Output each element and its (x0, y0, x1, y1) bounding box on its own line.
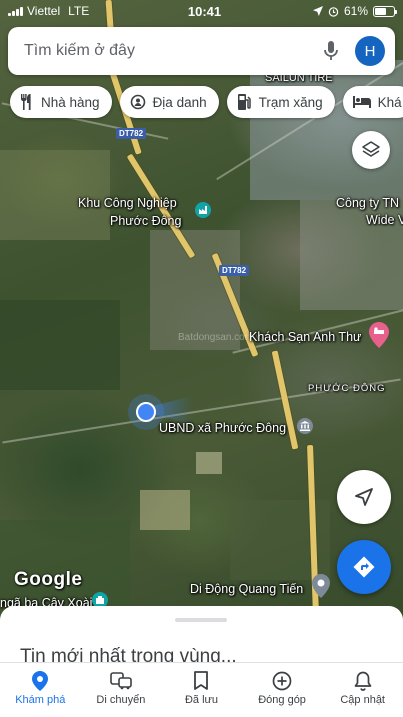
bottom-navigation: Khám phá Di chuyển Đã lưu Đóng góp Cập n… (0, 662, 403, 717)
hotel-pin-icon[interactable] (369, 322, 389, 348)
label-khu-cong-nghiep-line1[interactable]: Khu Công Nghiệp (78, 196, 177, 210)
search-bar[interactable]: Tìm kiếm ở đây H (8, 27, 395, 75)
nav-saved[interactable]: Đã lưu (161, 663, 242, 717)
google-logo: Google (14, 569, 83, 590)
label-khu-cong-nghiep-line2[interactable]: Phước Đông (110, 214, 181, 228)
chip-label: Khá (377, 94, 402, 110)
label-cong-ty-line2[interactable]: Wide V (366, 213, 403, 227)
nav-updates[interactable]: Cập nhật (322, 663, 403, 717)
bookmark-icon (194, 671, 209, 690)
status-bar: Viettel LTE 10:41 61% (0, 0, 403, 22)
map-layers-button[interactable] (352, 131, 390, 169)
government-poi-icon[interactable] (297, 418, 313, 434)
map-field (0, 150, 110, 240)
label-di-dong-quang-tien[interactable]: Di Động Quang Tiến (190, 582, 303, 596)
chip-label: Trạm xăng (258, 94, 323, 110)
chip-landmarks[interactable]: Địa danh (119, 86, 219, 118)
commute-icon (110, 672, 132, 690)
search-input[interactable]: Tìm kiếm ở đây (24, 42, 317, 60)
chip-label: Địa danh (152, 94, 207, 110)
explore-bottom-sheet[interactable]: Tin mới nhất trong vùng... (0, 606, 403, 666)
chip-restaurants[interactable]: Nhà hàng (10, 86, 112, 118)
battery-icon (373, 5, 397, 17)
industrial-poi-icon[interactable] (195, 202, 211, 218)
chip-hotels[interactable]: Khá (342, 86, 403, 118)
nav-label: Cập nhật (340, 694, 385, 706)
signal-strength-icon (8, 6, 23, 16)
location-arrow-icon (312, 6, 323, 16)
label-phuoc-dong-area: PHƯỚC ĐÔNG (308, 383, 386, 394)
alarm-icon (328, 6, 339, 17)
nav-contribute[interactable]: Đóng góp (242, 663, 323, 717)
network-type: LTE (68, 4, 90, 18)
map-field (0, 300, 120, 390)
restaurant-icon (21, 94, 31, 110)
road-shield-dt782: DT782 (116, 128, 147, 139)
explore-pin-icon (32, 671, 49, 691)
label-ubnd-phuoc-dong[interactable]: UBND xã Phước Đông (159, 421, 286, 435)
map-field (140, 490, 190, 530)
map-field (196, 452, 222, 474)
status-time: 10:41 (187, 3, 222, 19)
my-location-button[interactable] (337, 470, 391, 524)
sheet-drag-handle[interactable] (175, 618, 227, 622)
chip-gas-stations[interactable]: Trạm xăng (226, 86, 335, 118)
nav-label: Di chuyển (96, 694, 146, 706)
current-location-dot (136, 402, 156, 422)
category-chips: Nhà hàng Địa danh Trạm xăng Khá (10, 86, 403, 118)
directions-icon (353, 556, 375, 578)
nav-label: Khám phá (15, 694, 66, 706)
label-cong-ty-line1[interactable]: Công ty TN (336, 196, 399, 210)
battery-percent: 61% (343, 4, 368, 18)
shop-pin-icon[interactable] (312, 574, 330, 598)
bell-icon (354, 671, 372, 691)
gas-station-icon (237, 94, 251, 110)
carrier-name: Viettel (27, 4, 61, 18)
directions-button[interactable] (337, 540, 391, 594)
add-circle-icon (272, 671, 292, 691)
road-shield-dt782: DT782 (219, 265, 250, 276)
map-field (0, 520, 130, 606)
navigation-arrow-icon (355, 488, 373, 506)
landmark-icon (130, 94, 145, 110)
nav-commute[interactable]: Di chuyển (81, 663, 162, 717)
hotel-icon (352, 96, 371, 108)
chip-label: Nhà hàng (41, 94, 100, 110)
label-khach-san-anh-thu[interactable]: Khách Sạn Anh Thư (249, 330, 361, 344)
account-avatar[interactable]: H (355, 36, 385, 66)
layers-icon (362, 141, 380, 157)
nav-label: Đóng góp (258, 694, 306, 706)
microphone-icon[interactable] (317, 37, 345, 65)
nav-explore[interactable]: Khám phá (0, 663, 81, 717)
nav-label: Đã lưu (184, 694, 218, 706)
